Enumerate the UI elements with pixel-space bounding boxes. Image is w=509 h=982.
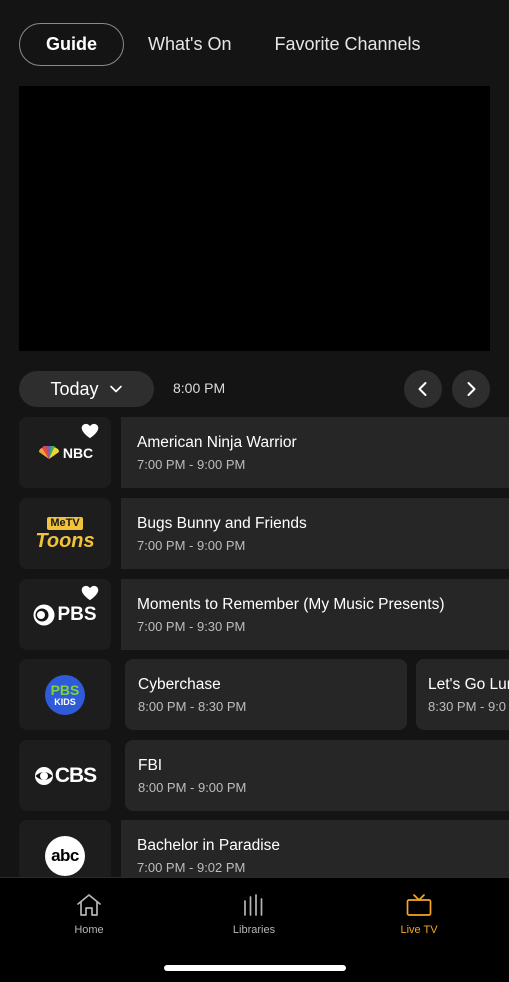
- tab-whats-on[interactable]: What's On: [148, 23, 231, 66]
- home-icon: [77, 894, 101, 916]
- metv-logo-text: MeTV: [47, 516, 83, 530]
- program-time: 8:00 PM - 9:00 PM: [138, 780, 247, 795]
- program-title: Moments to Remember (My Music Presents): [137, 596, 445, 613]
- chevron-right-icon: [467, 382, 476, 396]
- tv-icon: [406, 894, 432, 916]
- favorite-heart-icon[interactable]: [81, 423, 99, 439]
- chevron-down-icon: [109, 385, 122, 393]
- nav-live-tv[interactable]: Live TV: [369, 892, 469, 936]
- toons-logo-text: Toons: [35, 529, 95, 552]
- pbs-kids-logo: PBS KIDS: [45, 674, 85, 715]
- channel-logo-pbs[interactable]: PBS: [19, 579, 111, 650]
- pbs-head-icon: [33, 604, 55, 625]
- program-time: 8:30 PM - 9:0: [428, 699, 507, 714]
- day-selector-label: Today: [50, 378, 99, 399]
- abc-logo-text: abc: [51, 845, 79, 865]
- channel-row: MeTV Toons Bugs Bunny and Friends 7:00 P…: [0, 498, 509, 569]
- nav-home[interactable]: Home: [39, 892, 139, 936]
- time-marker: 8:00 PM: [173, 380, 226, 396]
- abc-logo: abc: [45, 835, 85, 876]
- channel-logo-nbc[interactable]: NBC: [19, 417, 111, 488]
- nav-libraries[interactable]: Libraries: [204, 892, 304, 936]
- channel-row: NBC American Ninja Warrior 7:00 PM - 9:0…: [0, 417, 509, 488]
- program-cell[interactable]: Moments to Remember (My Music Presents) …: [121, 579, 509, 650]
- program-cell[interactable]: Bugs Bunny and Friends 7:00 PM - 9:00 PM: [121, 498, 509, 569]
- program-title: American Ninja Warrior: [137, 434, 297, 451]
- channel-row: CBS FBI 8:00 PM - 9:00 PM: [0, 740, 509, 811]
- top-tabs: Guide What's On Favorite Channels: [19, 23, 421, 66]
- libraries-icon: [244, 894, 263, 916]
- program-time: 7:00 PM - 9:00 PM: [137, 538, 246, 553]
- video-player[interactable]: [19, 86, 490, 351]
- nav-live-tv-label: Live TV: [400, 924, 438, 936]
- chevron-left-icon: [418, 382, 427, 396]
- peacock-icon: [38, 445, 59, 459]
- program-time: 8:00 PM - 8:30 PM: [138, 699, 247, 714]
- channel-logo-metv-toons[interactable]: MeTV Toons: [19, 498, 111, 569]
- favorite-heart-icon[interactable]: [81, 585, 99, 601]
- program-title: Bachelor in Paradise: [137, 837, 281, 854]
- pbs-kids-logo-bottom: KIDS: [54, 696, 76, 707]
- program-time: 7:00 PM - 9:00 PM: [137, 457, 246, 472]
- program-title: FBI: [138, 757, 163, 774]
- next-time-button[interactable]: [452, 370, 490, 408]
- channel-row: PBS KIDS Cyberchase 8:00 PM - 8:30 PM Le…: [0, 659, 509, 730]
- program-cell[interactable]: Cyberchase 8:00 PM - 8:30 PM: [125, 659, 407, 730]
- tab-guide[interactable]: Guide: [19, 23, 125, 66]
- channel-logo-abc[interactable]: abc: [19, 820, 111, 877]
- program-cell[interactable]: American Ninja Warrior 7:00 PM - 9:00 PM: [121, 417, 509, 488]
- tab-favorite-channels[interactable]: Favorite Channels: [274, 23, 420, 66]
- channel-logo-cbs[interactable]: CBS: [19, 740, 111, 811]
- program-cell[interactable]: FBI 8:00 PM - 9:00 PM: [125, 740, 509, 811]
- day-selector[interactable]: Today: [19, 371, 154, 407]
- pbs-logo-text: PBS: [57, 603, 97, 625]
- pbs-logo: PBS: [33, 603, 97, 626]
- cbs-logo-text: CBS: [54, 763, 97, 787]
- program-cell[interactable]: Let's Go Lur 8:30 PM - 9:0: [416, 659, 509, 730]
- metv-toons-logo: MeTV Toons: [35, 516, 95, 552]
- program-time: 7:00 PM - 9:02 PM: [137, 860, 246, 875]
- home-indicator: [164, 965, 346, 971]
- channel-row: abc Bachelor in Paradise 7:00 PM - 9:02 …: [0, 820, 509, 877]
- program-cell[interactable]: Bachelor in Paradise 7:00 PM - 9:02 PM: [121, 820, 509, 877]
- channel-row: PBS Moments to Remember (My Music Presen…: [0, 579, 509, 650]
- program-title: Bugs Bunny and Friends: [137, 515, 307, 532]
- program-title: Cyberchase: [138, 676, 221, 693]
- cbs-eye-icon: [34, 766, 53, 785]
- previous-time-button[interactable]: [404, 370, 442, 408]
- nav-home-label: Home: [74, 924, 104, 936]
- channel-logo-pbs-kids[interactable]: PBS KIDS: [19, 659, 111, 730]
- program-time: 7:00 PM - 9:30 PM: [137, 619, 246, 634]
- program-title: Let's Go Lur: [428, 676, 509, 693]
- nbc-logo-text: NBC: [62, 444, 94, 461]
- nav-libraries-label: Libraries: [232, 924, 276, 936]
- pbs-kids-logo-top: PBS: [50, 681, 80, 698]
- nbc-logo: NBC: [37, 445, 93, 461]
- channel-guide: NBC American Ninja Warrior 7:00 PM - 9:0…: [0, 417, 509, 877]
- cbs-logo: CBS: [34, 763, 97, 788]
